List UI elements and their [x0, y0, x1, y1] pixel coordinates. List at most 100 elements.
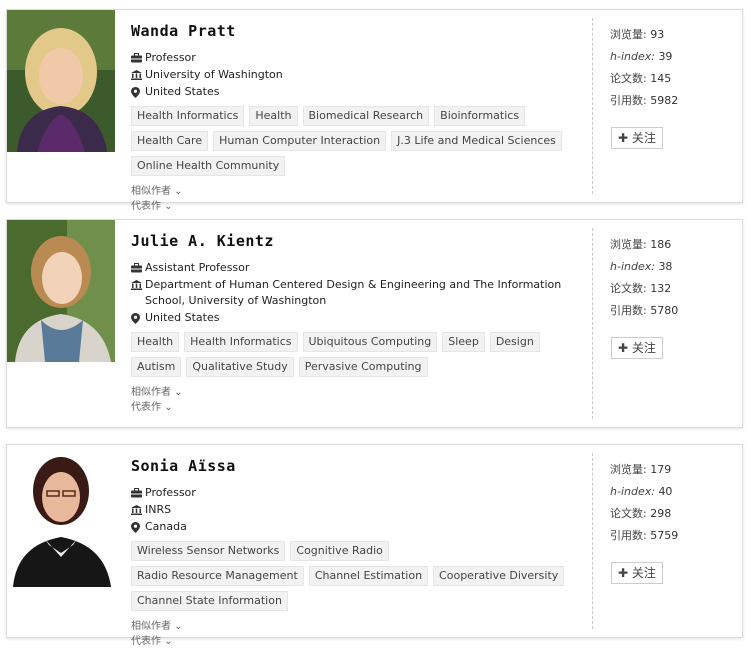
briefcase-icon	[131, 50, 145, 66]
interest-tag[interactable]: Sleep	[442, 332, 485, 352]
views-label: 浏览量:	[610, 28, 647, 41]
papers-value: 132	[650, 282, 672, 295]
papers-value: 298	[650, 507, 672, 520]
profile-photo[interactable]	[7, 445, 115, 587]
papers-value: 145	[650, 72, 672, 85]
expand-links: 相似作者 ⌄ 代表作 ⌄	[131, 619, 586, 649]
hindex-stat: h-index: 38	[610, 256, 678, 278]
interest-tag[interactable]: Qualitative Study	[186, 357, 294, 377]
org-row: INRS	[131, 502, 586, 518]
scholar-org: University of Washington	[145, 68, 283, 81]
hindex-value: 40	[658, 485, 673, 498]
representative-works-toggle[interactable]: 代表作 ⌄	[131, 400, 586, 415]
scholar-title: Professor	[145, 51, 196, 64]
hindex-label: h-index:	[610, 485, 655, 498]
citations-label: 引用数:	[610, 94, 647, 107]
interest-tag[interactable]: Design	[489, 332, 540, 352]
map-pin-icon	[131, 310, 145, 326]
interest-tag[interactable]: Radio Resource Management	[131, 566, 304, 586]
scholar-title: Professor	[145, 486, 196, 499]
follow-button[interactable]: ✚ 关注	[611, 562, 663, 584]
representative-works-toggle[interactable]: 代表作 ⌄	[131, 634, 586, 649]
interest-tag[interactable]: Pervasive Computing	[298, 357, 428, 377]
papers-label: 论文数:	[610, 282, 647, 295]
interest-tag[interactable]: Bioinformatics	[434, 106, 526, 126]
papers-label: 论文数:	[610, 72, 647, 85]
institution-icon	[131, 67, 145, 83]
papers-label: 论文数:	[610, 507, 647, 520]
tag-list: Wireless Sensor Networks Cognitive Radio…	[131, 541, 571, 616]
interest-tag[interactable]: Health Informatics	[131, 106, 245, 126]
scholar-name[interactable]: Wanda Pratt	[131, 22, 586, 42]
card-divider	[592, 453, 593, 629]
country-row: Canada	[131, 519, 586, 535]
interest-tag[interactable]: Health	[249, 106, 298, 126]
scholar-title: Assistant Professor	[145, 261, 250, 274]
scholar-name[interactable]: Julie A. Kientz	[131, 232, 586, 252]
interest-tag[interactable]: Human Computer Interaction	[213, 131, 387, 151]
interest-tag[interactable]: Biomedical Research	[302, 106, 430, 126]
title-row: Professor	[131, 485, 586, 501]
scholar-country: United States	[145, 311, 220, 324]
tag-list: Health Informatics Health Biomedical Res…	[131, 106, 571, 181]
similar-authors-toggle[interactable]: 相似作者 ⌄	[131, 619, 586, 634]
views-value: 93	[650, 28, 665, 41]
views-value: 179	[650, 463, 672, 476]
stats-panel: 浏览量: 179 h-index: 40 论文数: 298 引用数: 5759	[610, 459, 678, 547]
briefcase-icon	[131, 260, 145, 276]
citations-value: 5759	[650, 529, 679, 542]
citations-stat: 引用数: 5982	[610, 90, 678, 112]
views-value: 186	[650, 238, 672, 251]
scholar-name[interactable]: Sonia Aïssa	[131, 457, 586, 477]
similar-authors-toggle[interactable]: 相似作者 ⌄	[131, 184, 586, 199]
scholar-country: United States	[145, 85, 220, 98]
institution-icon	[131, 502, 145, 518]
interest-tag[interactable]: Health Informatics	[184, 332, 298, 352]
interest-tag[interactable]: Cognitive Radio	[290, 541, 389, 561]
profile-photo[interactable]	[7, 10, 115, 152]
institution-icon	[131, 277, 145, 293]
org-row: University of Washington	[131, 67, 586, 83]
views-label: 浏览量:	[610, 238, 647, 251]
papers-stat: 论文数: 145	[610, 68, 678, 90]
representative-works-toggle[interactable]: 代表作 ⌄	[131, 199, 586, 214]
briefcase-icon	[131, 485, 145, 501]
hindex-stat: h-index: 40	[610, 481, 678, 503]
hindex-label: h-index:	[610, 260, 655, 273]
profile-photo[interactable]	[7, 220, 115, 362]
scholar-card: Wanda Pratt Professor University of Wash…	[6, 9, 743, 212]
interest-tag[interactable]: Online Health Community	[131, 156, 286, 176]
interest-tag[interactable]: Autism	[131, 357, 182, 377]
title-row: Professor	[131, 50, 586, 66]
citations-stat: 引用数: 5759	[610, 525, 678, 547]
citations-label: 引用数:	[610, 529, 647, 542]
follow-button[interactable]: ✚ 关注	[611, 127, 663, 149]
expand-links: 相似作者 ⌄ 代表作 ⌄	[131, 184, 586, 214]
profile-info: Wanda Pratt Professor University of Wash…	[131, 22, 586, 214]
hindex-label: h-index:	[610, 50, 655, 63]
citations-value: 5780	[650, 304, 679, 317]
interest-tag[interactable]: Ubiquitous Computing	[302, 332, 438, 352]
views-label: 浏览量:	[610, 463, 647, 476]
org-row: Department of Human Centered Design & En…	[131, 277, 586, 309]
interest-tag[interactable]: Channel State Information	[131, 591, 288, 611]
follow-button[interactable]: ✚ 关注	[611, 337, 663, 359]
hindex-stat: h-index: 39	[610, 46, 678, 68]
citations-value: 5982	[650, 94, 679, 107]
interest-tag[interactable]: Health Care	[131, 131, 209, 151]
card-divider	[592, 18, 593, 194]
views-stat: 浏览量: 179	[610, 459, 678, 481]
interest-tag[interactable]: Health	[131, 332, 180, 352]
interest-tag[interactable]: Channel Estimation	[308, 566, 429, 586]
tag-list: Health Health Informatics Ubiquitous Com…	[131, 332, 571, 382]
papers-stat: 论文数: 298	[610, 503, 678, 525]
similar-authors-toggle[interactable]: 相似作者 ⌄	[131, 385, 586, 400]
stats-panel: 浏览量: 186 h-index: 38 论文数: 132 引用数: 5780	[610, 234, 678, 322]
interest-tag[interactable]: J.3 Life and Medical Sciences	[391, 131, 562, 151]
profile-info: Julie A. Kientz Assistant Professor Depa…	[131, 232, 586, 415]
scholar-org: Department of Human Centered Design & En…	[145, 278, 562, 307]
interest-tag[interactable]: Wireless Sensor Networks	[131, 541, 286, 561]
interest-tag[interactable]: Cooperative Diversity	[433, 566, 565, 586]
papers-stat: 论文数: 132	[610, 278, 678, 300]
scholar-org: INRS	[145, 503, 172, 516]
